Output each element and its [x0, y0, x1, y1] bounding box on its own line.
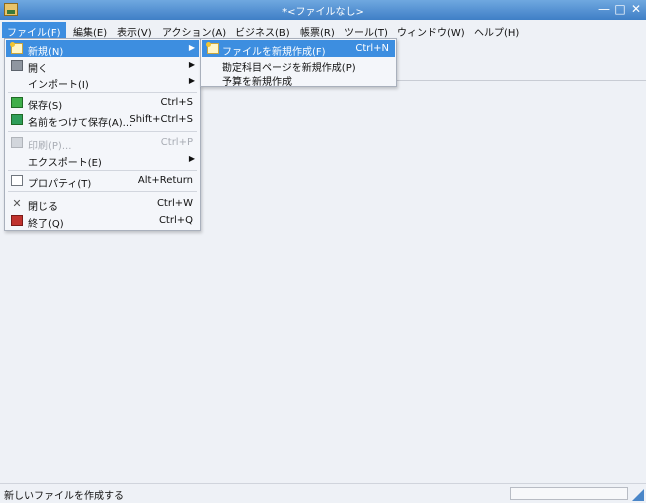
menu-item-label: 名前をつけて保存(A)...	[28, 118, 133, 129]
menu-business[interactable]: ビジネス(B)	[230, 22, 295, 39]
status-bar: 新しいファイルを作成する	[0, 483, 646, 503]
menu-item-quit[interactable]: 終了(Q) Ctrl+Q	[6, 212, 199, 230]
menu-item-label: 終了(Q)	[28, 219, 64, 230]
menu-item-label: プロパティ(T)	[28, 179, 92, 190]
menu-help[interactable]: ヘルプ(H)	[469, 22, 524, 39]
menu-item-shortcut: Ctrl+Q	[158, 215, 193, 226]
print-icon	[11, 137, 23, 148]
minimize-button[interactable]: —	[597, 2, 611, 16]
menu-separator	[8, 191, 197, 192]
save-icon	[11, 97, 23, 108]
quit-icon	[11, 215, 23, 226]
menu-item-properties[interactable]: プロパティ(T) Alt+Return	[6, 172, 199, 190]
menu-separator	[8, 92, 197, 93]
menu-item-label: 予算を新規作成	[222, 77, 292, 88]
maximize-button[interactable]: □	[613, 2, 627, 16]
menu-item-new[interactable]: 新規(N) ▶	[6, 40, 199, 58]
submenu-arrow-icon: ▶	[188, 154, 195, 163]
menu-item-save-as[interactable]: 名前をつけて保存(A)... Shift+Ctrl+S	[6, 111, 199, 129]
menu-item-import[interactable]: インポート(I) ▶	[6, 73, 199, 91]
menu-reports[interactable]: 帳票(R)	[295, 22, 340, 39]
save-as-icon	[11, 114, 23, 125]
folder-open-icon	[11, 60, 23, 71]
menu-item-label: 印刷(P)...	[28, 141, 72, 152]
menu-item-print: 印刷(P)... Ctrl+P	[6, 134, 199, 152]
menu-separator	[8, 131, 197, 132]
menu-item-open[interactable]: 開く ▶	[6, 57, 199, 75]
submenu-arrow-icon: ▶	[188, 60, 195, 69]
menu-view[interactable]: 表示(V)	[112, 22, 157, 39]
menu-file[interactable]: ファイル(F)	[2, 22, 66, 39]
new-file-icon	[10, 42, 23, 54]
new-submenu: ファイルを新規作成(F) Ctrl+N 勘定科目ページを新規作成(P) 予算を新…	[200, 38, 397, 88]
close-window-button[interactable]: ✕	[629, 2, 643, 16]
file-menu-dropdown: 新規(N) ▶ 開く ▶ インポート(I) ▶ 保存(S) Ctrl+S 名前を…	[4, 38, 201, 231]
menu-item-new-file[interactable]: ファイルを新規作成(F) Ctrl+N	[202, 40, 395, 58]
menu-item-export[interactable]: エクスポート(E) ▶	[6, 151, 199, 169]
toolbar-separator	[396, 80, 646, 81]
progress-bar	[510, 487, 628, 500]
submenu-arrow-icon: ▶	[188, 76, 195, 85]
status-text: 新しいファイルを作成する	[4, 491, 124, 502]
new-file-icon	[206, 42, 219, 54]
menu-tools[interactable]: ツール(T)	[339, 22, 393, 39]
menu-item-shortcut: Ctrl+S	[160, 97, 193, 108]
menu-item-shortcut: Ctrl+P	[160, 137, 193, 148]
menu-item-label: 閉じる	[28, 202, 58, 213]
menu-item-shortcut: Shift+Ctrl+S	[129, 114, 193, 125]
menu-item-shortcut: Alt+Return	[137, 175, 193, 186]
menu-item-shortcut: Ctrl+N	[355, 43, 389, 54]
submenu-arrow-icon: ▶	[188, 43, 195, 52]
close-icon: ✕	[12, 197, 22, 210]
menu-window[interactable]: ウィンドウ(W)	[392, 22, 470, 39]
menu-item-close[interactable]: ✕ 閉じる Ctrl+W	[6, 195, 199, 213]
menu-separator	[8, 170, 197, 171]
menu-item-shortcut: Ctrl+W	[156, 198, 193, 209]
title-bar: *<ファイルなし> — □ ✕	[0, 0, 646, 20]
menu-item-label: 保存(S)	[28, 101, 63, 112]
menu-action[interactable]: アクション(A)	[157, 22, 231, 39]
menu-edit[interactable]: 編集(E)	[68, 22, 112, 39]
menu-item-new-budget[interactable]: 予算を新規作成	[202, 70, 395, 88]
properties-icon	[11, 175, 23, 186]
menu-item-label: インポート(I)	[28, 80, 89, 91]
resize-grip-icon[interactable]	[632, 489, 644, 501]
menu-item-label: エクスポート(E)	[28, 158, 102, 169]
window-title: *<ファイルなし>	[282, 7, 364, 18]
menu-item-save[interactable]: 保存(S) Ctrl+S	[6, 94, 199, 112]
menu-item-label: 新規(N)	[28, 47, 64, 58]
menu-bar: ファイル(F) 編集(E) 表示(V) アクション(A) ビジネス(B) 帳票(…	[0, 20, 646, 39]
